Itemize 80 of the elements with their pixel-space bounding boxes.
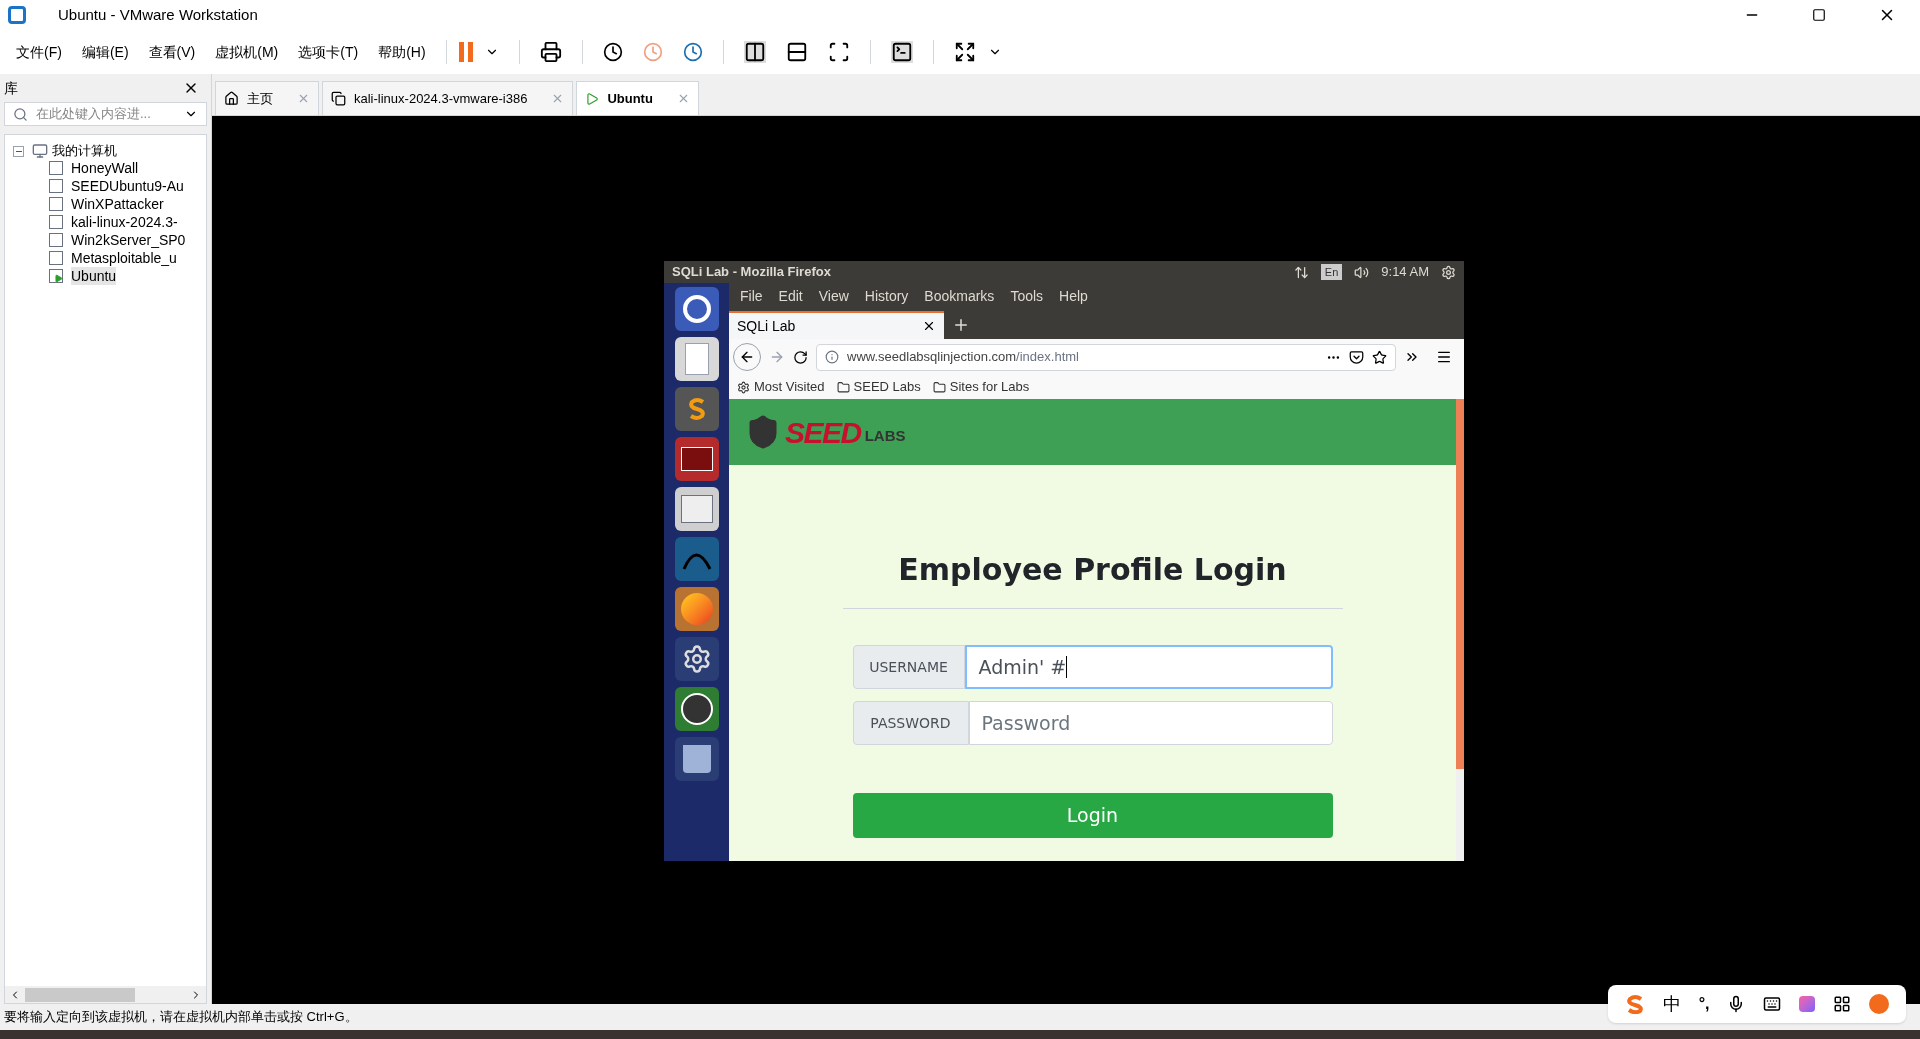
menu-item[interactable]: 帮助(H) [370,37,434,67]
library-title: 库 [4,78,18,98]
tab-label[interactable]: kali-linux-2024.3-vmware-i386 [354,88,528,109]
folder-icon [932,380,946,394]
menu-item[interactable]: Edit [771,285,810,307]
window-title: SQLi Lab - Mozilla Firefox [672,263,831,282]
tree-item[interactable]: Ubuntu [71,267,117,285]
reload-icon[interactable] [793,349,808,365]
settings-icon[interactable] [1441,264,1456,280]
menu-item[interactable]: History [857,285,916,307]
tree-item[interactable]: Win2kServer_SP0 [71,231,186,249]
menu-item[interactable]: 编辑(E) [73,37,137,67]
tab[interactable]: Ubuntu [576,81,699,115]
search-bar[interactable]: 在此处键入内容进... [4,102,207,126]
menu-item[interactable]: Help [1052,285,1095,307]
new-tab-icon[interactable] [952,316,970,334]
field-label: USERNAME [852,645,965,689]
clock: 9:14 AM [1381,263,1429,282]
tree-item[interactable]: HoneyWall [71,159,139,177]
pause-icon[interactable] [458,42,473,62]
username-field[interactable]: Admin' # [964,645,1333,689]
menu-item[interactable]: 查看(V) [140,37,204,67]
status-message: 要将输入定向到该虚拟机，请在虚拟机内部单击或按 Ctrl+G。 [4,1008,358,1027]
menu-item[interactable]: 选项卡(T) [290,37,367,67]
search-icon [13,106,28,122]
input-mode[interactable]: 中 [1662,990,1681,1018]
tree-item[interactable]: SEEDUbuntu9-Au [71,177,184,195]
window-title: Ubuntu - VMware Workstation [58,4,258,25]
console-view-icon[interactable] [890,41,913,63]
horizontal-scrollbar[interactable] [5,986,206,1003]
search-field[interactable]: 在此处键入内容进... [36,104,176,124]
url-text[interactable]: www.seedlabsqlinjection.com/index.html [847,347,1079,367]
page-heading: Employee Profile Login [842,547,1343,609]
tab-label[interactable]: 主页 [247,88,273,109]
browser-tab[interactable]: SQLi Lab [729,311,944,339]
password-field[interactable]: Password [968,701,1333,745]
app-logo-icon [8,6,26,24]
computer-icon [32,143,48,159]
tree-item[interactable]: Metasploitable_u [71,249,177,267]
home-icon [224,91,239,106]
grid-icon[interactable] [1833,995,1852,1013]
bookmark[interactable]: Most Visited [737,377,825,397]
menu-item[interactable]: File [733,285,770,307]
maximize-icon[interactable] [1812,8,1826,22]
tab[interactable]: 主页 [215,81,319,115]
tree-item[interactable]: kali-linux-2024.3- [71,213,178,231]
menu-item[interactable]: Tools [1003,285,1051,307]
vm-icon [331,91,346,106]
s-logo-icon [1624,994,1645,1014]
star-icon[interactable] [1372,349,1387,365]
menu-icon[interactable] [1436,349,1452,365]
s-curve-icon[interactable] [674,387,719,431]
folder-icon [836,380,850,394]
menu-item[interactable]: 文件(F) [8,37,70,67]
volume-icon [1354,264,1370,280]
tree-item[interactable]: 我的计算机 [52,141,117,161]
logo-text: SEED [785,414,861,451]
bookmark[interactable]: Sites for Labs [932,377,1030,397]
play-icon [585,91,600,106]
bookmark[interactable]: SEED Labs [836,377,921,397]
tab[interactable]: kali-linux-2024.3-vmware-i386 [322,81,574,115]
tree-item[interactable]: WinXPattacker [71,195,164,213]
tab-title: SQLi Lab [737,316,797,336]
tab-label[interactable]: Ubuntu [607,88,653,109]
keyboard-indicator: En [1320,263,1343,281]
close-icon[interactable] [922,319,936,333]
logo-text: LABS [864,425,906,446]
menu-item[interactable]: View [811,285,856,307]
vertical-scrollbar[interactable] [1456,399,1464,861]
punctuation-toggle[interactable]: °, [1698,992,1710,1016]
field-label: PASSWORD [852,701,969,745]
info-icon[interactable] [825,350,839,364]
collapse-toggle[interactable] [13,145,24,157]
network-icon [1293,264,1309,280]
gear-icon [737,380,750,394]
menu-item[interactable]: 虚拟机(M) [207,37,287,67]
scrollbar-thumb[interactable] [25,987,135,1002]
menu-item[interactable]: Bookmarks [917,285,1002,307]
keyboard-icon[interactable] [1763,995,1782,1013]
fin-curve-icon[interactable] [674,537,719,581]
